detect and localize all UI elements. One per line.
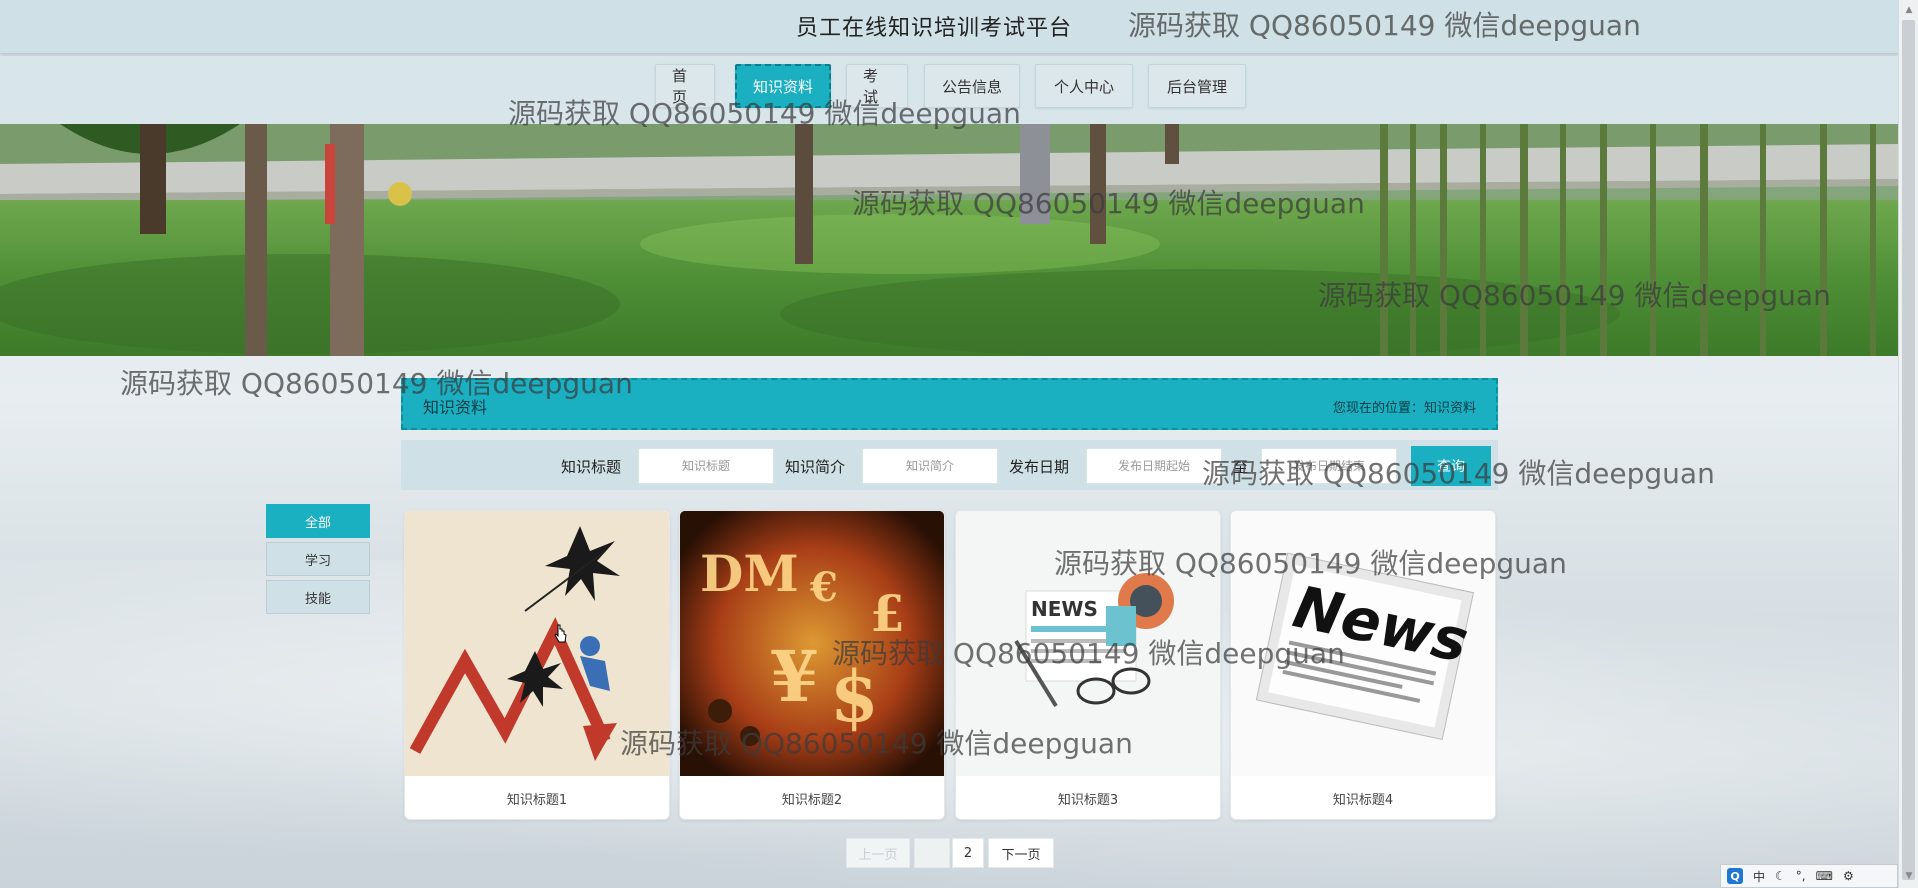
section-title: 知识资料 [423,398,488,417]
site-header: 员工在线知识培训考试平台 [0,0,1898,54]
category-study[interactable]: 学习 [266,542,370,576]
news-flat-illustration-icon: NEWS [956,511,1220,776]
knowledge-card[interactable]: 知识标题1 [404,510,670,820]
pagination-prev[interactable]: 上一页 [846,838,910,868]
nav-item-notices[interactable]: 公告信息 [924,64,1020,108]
scroll-up-icon[interactable]: ▲ [1903,4,1915,16]
date-start-input[interactable] [1086,448,1222,484]
nav-item-admin[interactable]: 后台管理 [1148,64,1246,108]
pagination-page-2[interactable]: 2 [952,838,984,868]
nav-item-knowledge[interactable]: 知识资料 [735,64,831,108]
moon-icon[interactable]: ☾ [1775,869,1786,883]
keyboard-icon[interactable]: ⌨ [1816,869,1833,883]
svg-text:£: £ [870,584,905,643]
scroll-thumb[interactable] [1902,20,1915,880]
nav-item-home[interactable]: 首页 [655,64,715,108]
breadcrumb: 您现在的位置：知识资料 [1332,401,1476,416]
main-nav: 首页 知识资料 考试 公告信息 个人中心 后台管理 [0,56,1898,124]
scroll-down-icon[interactable]: ▼ [1903,870,1915,882]
pagination-next[interactable]: 下一页 [988,838,1054,868]
search-button[interactable]: 查询 [1411,446,1491,486]
newspaper-news-icon: News [1231,511,1495,776]
svg-text:$: $ [830,655,879,738]
ime-toolbar: Q 中 ☾ °, ⌨ ⚙ [1720,864,1898,888]
svg-text:€: € [809,564,838,611]
search-bar: 知识标题 知识简介 发布日期 至 查询 [401,440,1498,490]
knowledge-card[interactable]: NEWS 知识标题3 [955,510,1221,820]
ime-mode-label[interactable]: 中 [1753,868,1765,885]
category-all[interactable]: 全部 [266,504,370,538]
punctuation-icon[interactable]: °, [1796,869,1806,883]
knowledge-card[interactable]: News 知识标题4 [1230,510,1496,820]
card-title: 知识标题3 [1057,793,1119,808]
title-filter-input[interactable] [638,448,774,484]
vertical-scrollbar[interactable]: ▲ ▼ [1898,0,1918,888]
date-filter-label: 发布日期 [1009,458,1070,476]
currency-symbols-fire-icon: DM ¥ $ £ € [680,511,944,776]
stock-crash-illustration-icon [405,511,669,776]
category-skill[interactable]: 技能 [266,580,370,614]
card-title: 知识标题1 [506,793,568,808]
title-filter-label: 知识标题 [561,458,622,476]
pagination-page-current[interactable]: 1 [914,838,950,868]
svg-text:¥: ¥ [770,635,819,718]
date-end-input[interactable] [1261,448,1397,484]
ime-logo-icon[interactable]: Q [1727,868,1743,884]
card-title: 知识标题2 [781,793,843,808]
banner-image [0,124,1898,356]
nav-item-profile[interactable]: 个人中心 [1035,64,1133,108]
date-to-label: 至 [1233,458,1249,476]
intro-filter-label: 知识简介 [785,458,846,476]
card-title: 知识标题4 [1332,793,1394,808]
svg-text:DM: DM [700,544,799,603]
site-title: 员工在线知识培训考试平台 [796,16,1073,41]
intro-filter-input[interactable] [862,448,998,484]
nav-item-exam[interactable]: 考试 [846,64,908,108]
section-header-bar: 知识资料 您现在的位置：知识资料 [401,378,1498,430]
settings-icon[interactable]: ⚙ [1843,869,1854,883]
mouse-cursor-icon [554,624,567,643]
knowledge-card[interactable]: DM ¥ $ £ € 知识标题2 [679,510,945,820]
svg-text:NEWS: NEWS [1031,597,1098,621]
